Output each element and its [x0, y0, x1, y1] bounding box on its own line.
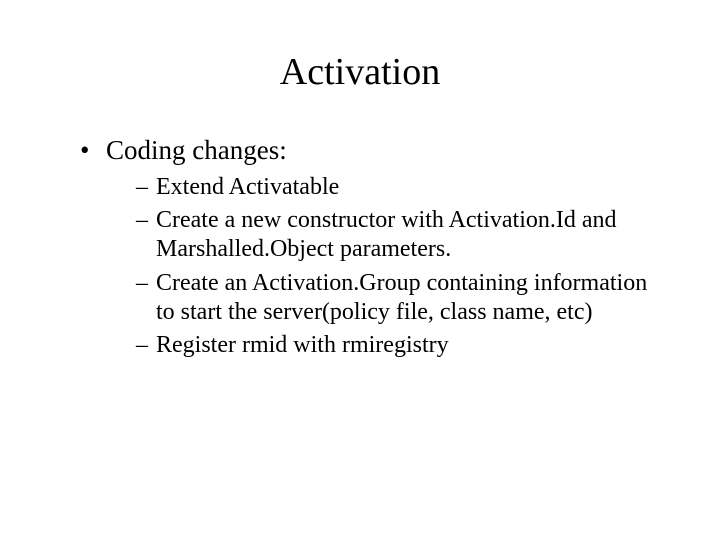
- bullet-text: Create an Activation.Group containing in…: [156, 270, 647, 325]
- bullet-text: Create a new constructor with Activation…: [156, 207, 617, 262]
- slide-title: Activation: [50, 50, 670, 94]
- bullet-text: Register rmid with rmiregistry: [156, 332, 449, 358]
- bullet-text: Coding changes:: [106, 135, 287, 165]
- list-item: Register rmid with rmiregistry: [136, 331, 670, 360]
- slide: Activation Coding changes: Extend Activa…: [0, 0, 720, 540]
- list-item: Extend Activatable: [136, 173, 670, 202]
- list-item: Coding changes: Extend Activatable Creat…: [80, 134, 670, 361]
- bullet-text: Extend Activatable: [156, 174, 339, 200]
- bullet-list-level1: Coding changes: Extend Activatable Creat…: [80, 134, 670, 361]
- list-item: Create a new constructor with Activation…: [136, 206, 670, 265]
- bullet-list-level2: Extend Activatable Create a new construc…: [136, 173, 670, 361]
- list-item: Create an Activation.Group containing in…: [136, 269, 670, 328]
